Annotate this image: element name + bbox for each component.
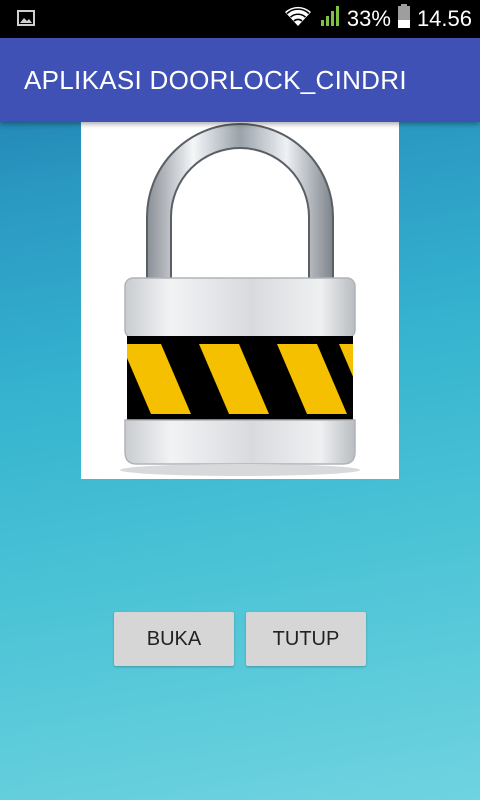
- app-title: APLIKASI DOORLOCK_CINDRI: [24, 64, 407, 95]
- app-bar: APLIKASI DOORLOCK_CINDRI: [0, 38, 480, 122]
- battery-icon: [397, 3, 411, 35]
- padlock-icon: [120, 123, 360, 476]
- open-button[interactable]: BUKA: [114, 612, 234, 666]
- status-indicators: 33% 14.56: [283, 0, 472, 38]
- image-notification-icon: [17, 10, 35, 26]
- padlock-image: [81, 122, 399, 479]
- close-button[interactable]: TUTUP: [246, 612, 366, 666]
- cellular-signal-icon: [319, 4, 341, 34]
- status-bar: 33% 14.56: [0, 0, 480, 38]
- battery-percent: 33%: [346, 6, 391, 31]
- clock: 14.56: [416, 6, 472, 31]
- wifi-icon: [283, 4, 313, 34]
